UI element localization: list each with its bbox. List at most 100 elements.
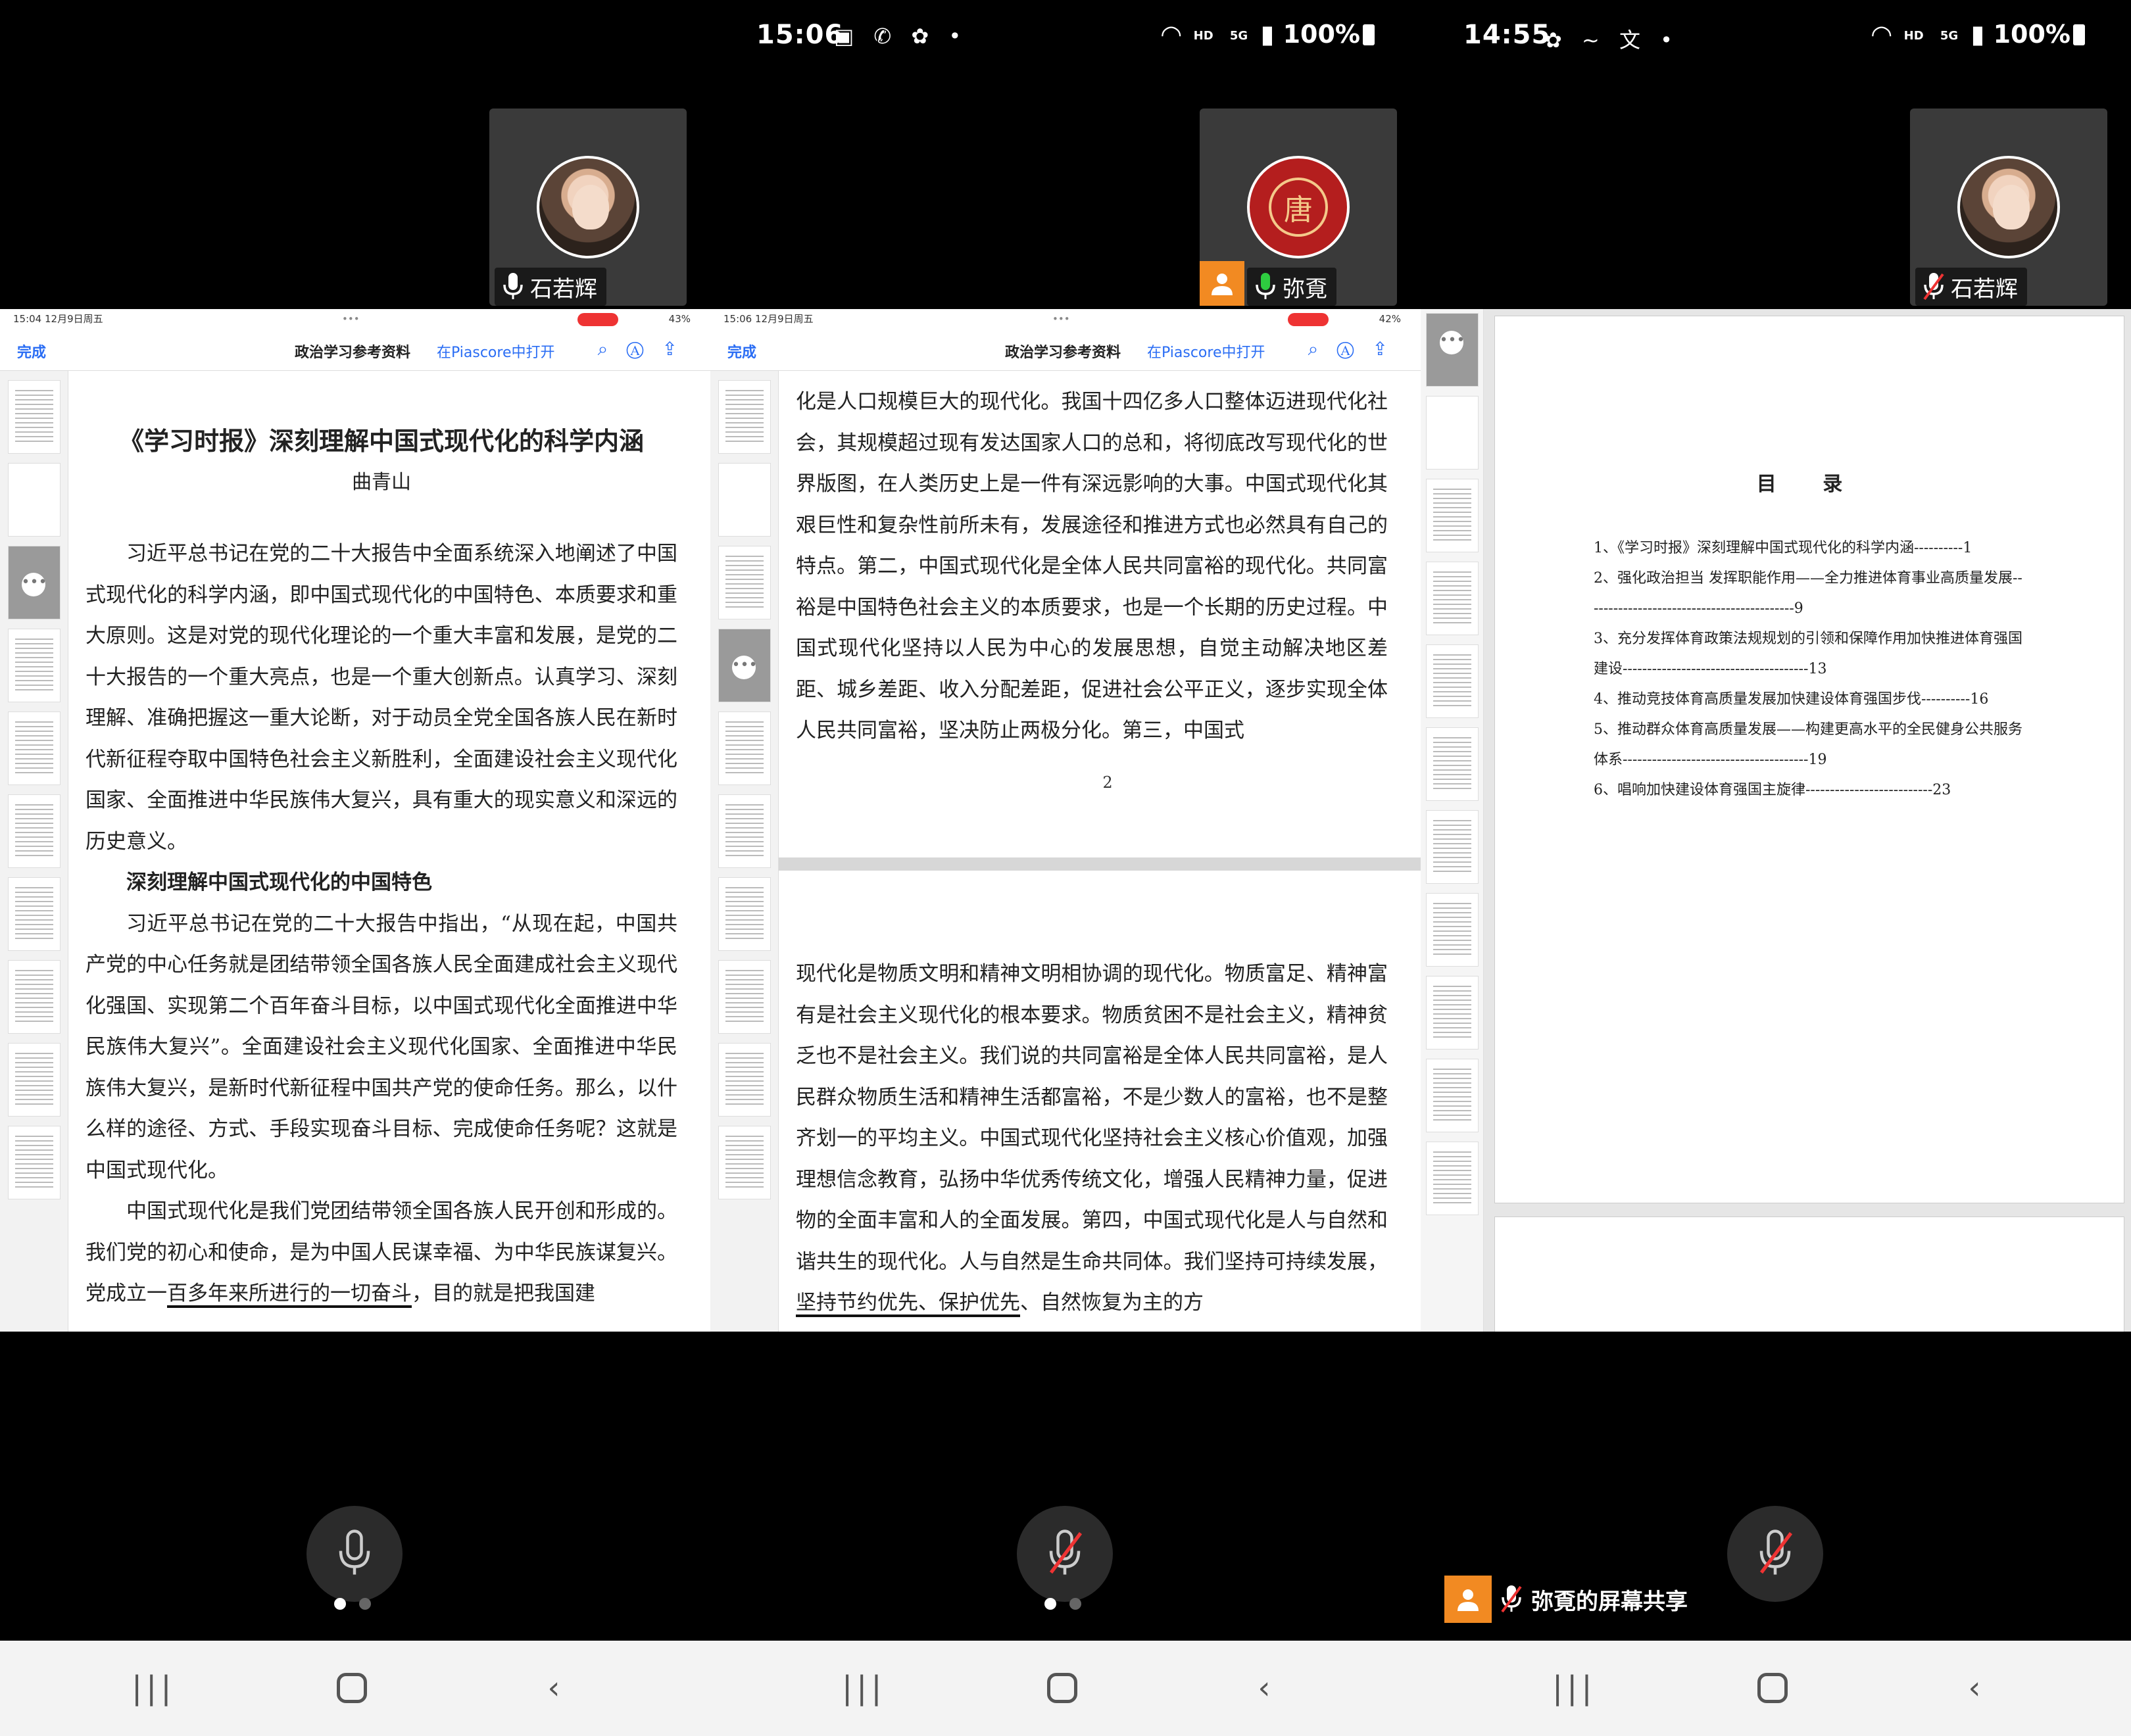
page-thumbnail[interactable] (718, 1043, 771, 1117)
done-button[interactable]: 完成 (727, 341, 756, 362)
underlined-text: 坚持节约优先、保护优先 (796, 1291, 1020, 1317)
toc-item[interactable]: 6、唱响加快建设体育强国主旋律-------------------------… (1594, 775, 2025, 806)
shared-document[interactable]: 15:04 12月9日周五 ••• 43% 完成 政治学习参考资料 在Piasc… (0, 309, 710, 1332)
page-thumbnail[interactable] (1425, 396, 1479, 470)
toc-item[interactable]: 5、推动群众体育高质量发展——构建更高水平的全民健身公共服务体系--------… (1594, 715, 2025, 775)
page-thumbnail[interactable] (7, 1043, 61, 1117)
toc-list: 1、《学习时报》深刻理解中国式现代化的科学内涵----------1 2、强化政… (1594, 533, 2025, 806)
back-button[interactable]: ‹ (1955, 1668, 1994, 1708)
text-span: 、自然恢复为主的方 (1020, 1291, 1204, 1314)
mic-toggle-button[interactable] (306, 1506, 403, 1602)
page-thumbnail[interactable] (7, 380, 61, 454)
page-thumbnails[interactable]: ••• (710, 371, 779, 1332)
page-thumbnail[interactable] (7, 960, 61, 1034)
mic-on-icon (1252, 272, 1279, 302)
battery-percent: 100% (1283, 20, 1360, 49)
share-icon[interactable]: ⇪ (1373, 338, 1406, 360)
page-thumbnail[interactable] (718, 711, 771, 785)
mic-toggle-button[interactable] (1727, 1506, 1823, 1602)
avatar (537, 156, 639, 258)
page-thumbnail[interactable] (1425, 976, 1479, 1049)
notification-icons: ✿ ∼ 文 • (1544, 28, 1680, 53)
back-button[interactable]: ‹ (534, 1668, 574, 1708)
notification-icons: ▣ ✆ ✿ • (834, 24, 968, 49)
page-thumbnail[interactable] (7, 877, 61, 951)
page-thumbnail[interactable] (7, 1126, 61, 1199)
page-content-bottom: 现代化是物质文明和精神文明相协调的现代化。物质富足、精神富有是社会主义现代化的根… (796, 953, 1388, 1324)
page-thumbnail[interactable] (1425, 644, 1479, 718)
home-button[interactable] (1042, 1668, 1082, 1708)
page-thumbnail[interactable] (7, 794, 61, 868)
page-thumbnail[interactable] (718, 380, 771, 454)
page-thumbnail-current[interactable]: ••• (1425, 313, 1479, 387)
paragraph: 习近平总书记在党的二十大报告中全面系统深入地阐述了中国式现代化的科学内涵，即中国… (86, 542, 677, 854)
recent-apps-button[interactable]: ||| (1552, 1668, 1592, 1708)
more-icon[interactable]: ••• (1439, 331, 1465, 354)
page-thumbnail[interactable] (718, 1126, 771, 1199)
done-button[interactable]: 完成 (17, 341, 46, 362)
shared-document[interactable]: ••• 目 录 1、《学习时报》深刻理解中国式现代化的科学内涵---------… (1421, 309, 2131, 1332)
status-bar: 15:06 ▣ ✆ ✿ • ◠ HD 5G ▮ 100% (710, 0, 1421, 76)
page-thumbnail[interactable] (1425, 479, 1479, 552)
page-thumbnail[interactable] (718, 960, 771, 1034)
participant-tile[interactable]: 石若辉 (489, 108, 687, 306)
back-button[interactable]: ‹ (1244, 1668, 1284, 1708)
search-icon[interactable]: ⌕ (1308, 338, 1337, 360)
search-icon[interactable]: ⌕ (598, 338, 627, 360)
page-thumbnail[interactable] (718, 463, 771, 537)
share-icon[interactable]: ⇪ (662, 338, 696, 360)
mic-on-icon (339, 1530, 370, 1575)
page-thumbnail[interactable] (1425, 1059, 1479, 1132)
page-thumbnail[interactable] (1425, 893, 1479, 967)
toc-item[interactable]: 3、充分发挥体育政策法规规划的引领和保障作用加快推进体育强国建设--------… (1594, 624, 2025, 685)
open-in-piascore-button[interactable]: 在Piascore中打开 (437, 341, 555, 362)
page-thumbnail[interactable] (718, 546, 771, 619)
home-button[interactable] (1753, 1668, 1792, 1708)
participant-tile[interactable]: 石若辉 (1910, 108, 2107, 306)
home-button[interactable] (332, 1668, 372, 1708)
shared-document[interactable]: 15:06 12月9日周五 ••• 42% 完成 政治学习参考资料 在Piasc… (710, 309, 1421, 1332)
status-bar: 14:55 ✿ ∼ 文 • ◠ HD 5G ▮ 100% (1421, 0, 2131, 76)
markup-icon[interactable]: Ⓐ (1336, 338, 1372, 360)
status-time: 15:06 (756, 20, 844, 50)
page-thumbnails[interactable]: ••• (1421, 309, 1484, 1332)
toc-title: 目 录 (1756, 473, 1863, 496)
page-thumbnail[interactable] (7, 463, 61, 537)
markup-icon[interactable]: Ⓐ (626, 338, 662, 360)
toc-item[interactable]: 4、推动竞技体育高质量发展加快建设体育强国步伐----------16 (1594, 685, 2025, 715)
page-thumbnail[interactable] (1425, 810, 1479, 884)
signal-indicator: 5G (1940, 29, 1959, 43)
page-thumbnail[interactable] (1425, 727, 1479, 801)
page-thumbnails[interactable]: ••• (0, 371, 68, 1332)
avatar: 唐 (1247, 156, 1350, 258)
participant-name-label: 石若辉 (495, 268, 606, 306)
status-right: ◠ HD 5G ▮ 100% (1872, 20, 2085, 49)
page-thumbnail[interactable] (7, 629, 61, 702)
recent-apps-button[interactable]: ||| (842, 1668, 882, 1708)
screen-share-person-icon (1200, 261, 1244, 306)
page-thumbnail-current[interactable]: ••• (7, 546, 61, 619)
open-in-piascore-button[interactable]: 在Piascore中打开 (1147, 341, 1265, 362)
document-toolbar: 完成 政治学习参考资料 在Piascore中打开 ⌕Ⓐ⇪ (0, 329, 710, 371)
page-thumbnail[interactable] (1425, 1142, 1479, 1215)
toolbar-icons: ⌕Ⓐ⇪ (598, 338, 696, 360)
status-right: ◠ HD 5G ▮ 100% (1162, 20, 1375, 49)
more-icon[interactable]: ••• (21, 573, 47, 596)
page-dot (1069, 1598, 1081, 1610)
page-indicator (334, 1598, 384, 1612)
page-thumbnail[interactable] (1425, 562, 1479, 635)
screen-middle: 15:06 ▣ ✆ ✿ • ◠ HD 5G ▮ 100% 唐 弥覔 15:06 … (710, 0, 1421, 1736)
mic-off-icon (1049, 1530, 1083, 1575)
toc-item[interactable]: 1、《学习时报》深刻理解中国式现代化的科学内涵----------1 (1594, 533, 2025, 564)
toc-item[interactable]: 2、强化政治担当 发挥职能作用——全力推进体育事业高质量发展----------… (1594, 564, 2025, 624)
page-thumbnail-current[interactable]: ••• (718, 629, 771, 702)
participant-name-label: 石若辉 (1915, 268, 2027, 306)
mic-toggle-button[interactable] (1017, 1506, 1113, 1602)
page-thumbnail[interactable] (7, 711, 61, 785)
mic-on-icon (500, 272, 526, 302)
page-thumbnail[interactable] (718, 877, 771, 951)
more-icon[interactable]: ••• (731, 656, 757, 679)
participant-tile[interactable]: 唐 弥覔 (1200, 108, 1397, 306)
recent-apps-button[interactable]: ||| (132, 1668, 172, 1708)
page-thumbnail[interactable] (718, 794, 771, 868)
